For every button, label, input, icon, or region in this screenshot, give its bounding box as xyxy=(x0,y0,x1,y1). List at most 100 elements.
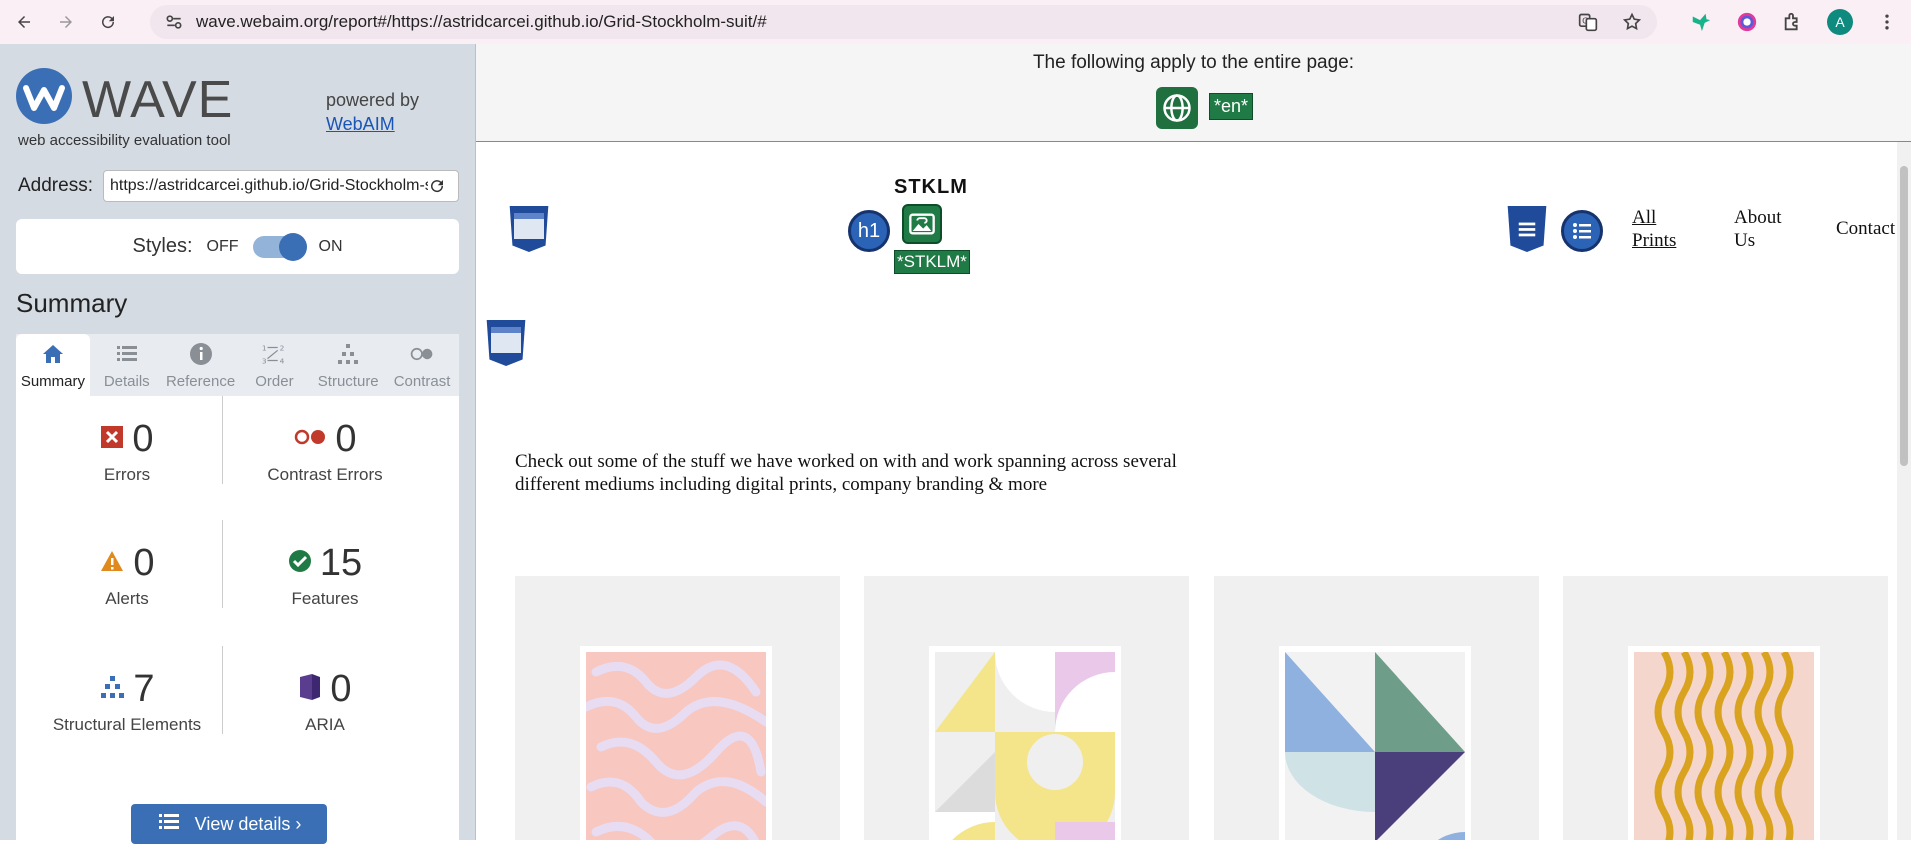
structural-stat[interactable]: 7 Structural Elements xyxy=(27,668,227,735)
styles-toggle[interactable] xyxy=(252,232,307,261)
print-card[interactable] xyxy=(515,576,840,840)
site-logo-title: STKLM xyxy=(894,176,968,198)
back-button[interactable] xyxy=(6,4,42,40)
print-card[interactable] xyxy=(864,576,1189,840)
tab-reference[interactable]: Reference xyxy=(164,334,238,396)
aria-label: ARIA xyxy=(305,715,345,734)
styles-on-label: ON xyxy=(318,237,343,255)
site-info-icon[interactable] xyxy=(164,12,184,32)
tab-label: Reference xyxy=(165,373,236,390)
webaim-link[interactable]: WebAIM xyxy=(326,112,419,136)
summary-heading: Summary xyxy=(16,288,128,318)
contrast-error-icon xyxy=(293,427,327,452)
url-text[interactable]: wave.webaim.org/report#/https://astridca… xyxy=(196,12,767,32)
language-globe-icon[interactable] xyxy=(1156,87,1198,129)
address-input[interactable] xyxy=(109,177,428,195)
wave-logo-icon xyxy=(16,68,72,124)
intro-paragraph: Check out some of the stuff we have work… xyxy=(515,451,1177,495)
translate-icon[interactable]: G xyxy=(1577,11,1599,33)
address-field[interactable] xyxy=(102,170,459,202)
summary-stats: 0 Errors 0 Contrast Errors 0 Alerts 15 F… xyxy=(16,396,459,840)
view-details-label: View details › xyxy=(194,813,302,834)
powered-by: powered by WebAIM xyxy=(326,88,419,136)
print-image[interactable] xyxy=(1628,646,1820,840)
language-badge[interactable]: *en* xyxy=(1209,93,1254,120)
reload-button[interactable] xyxy=(90,4,126,40)
contrast-errors-count: 0 xyxy=(335,418,357,460)
aria-count: 0 xyxy=(330,668,352,710)
unordered-list-icon[interactable] xyxy=(1561,210,1603,252)
nav-link-contact[interactable]: Contact xyxy=(1836,217,1895,252)
alt-text-badge[interactable]: *STKLM* xyxy=(894,250,970,274)
tab-label: Details xyxy=(103,373,150,390)
arrow-right-icon xyxy=(60,16,72,28)
error-icon xyxy=(100,425,124,454)
structural-label: Structural Elements xyxy=(52,715,202,734)
wave-logo-text: WAVE xyxy=(82,71,234,129)
aria-stat[interactable]: 0 ARIA xyxy=(225,668,425,735)
nav-link-all-prints[interactable]: All Prints xyxy=(1632,206,1692,252)
print-image[interactable] xyxy=(929,646,1121,840)
tab-label: Order xyxy=(255,373,294,390)
scrollbar-thumb[interactable] xyxy=(1900,166,1908,466)
refresh-icon[interactable] xyxy=(428,177,446,195)
browser-toolbar: wave.webaim.org/report#/https://astridca… xyxy=(0,0,1911,44)
styles-label: Styles: xyxy=(132,235,193,257)
svg-text:1: 1 xyxy=(262,343,267,352)
alert-icon xyxy=(99,549,125,578)
print-card[interactable] xyxy=(1214,576,1539,840)
tab-label: Summary xyxy=(20,373,85,390)
tab-order[interactable]: 1 2 3 4 Order xyxy=(237,334,311,396)
contrast-errors-stat[interactable]: 0 Contrast Errors xyxy=(225,418,425,485)
svg-text:4: 4 xyxy=(280,356,285,365)
bookmark-star-icon[interactable] xyxy=(1621,11,1643,33)
print-image[interactable] xyxy=(580,646,772,840)
alerts-label: Alerts xyxy=(105,589,149,608)
extensions-puzzle-icon[interactable] xyxy=(1781,10,1805,34)
structure-icon xyxy=(335,341,361,367)
feature-check-icon xyxy=(288,549,312,578)
list-icon xyxy=(114,341,140,367)
address-label: Address: xyxy=(18,175,93,196)
menu-kebab-icon[interactable] xyxy=(1875,10,1899,34)
order-icon: 1 2 3 4 xyxy=(261,341,287,367)
info-icon xyxy=(188,341,214,367)
color-extension-icon[interactable] xyxy=(1735,10,1759,34)
toggle-knob xyxy=(278,232,307,261)
view-details-button[interactable]: View details › xyxy=(131,804,327,844)
styles-off-label: OFF xyxy=(206,237,239,255)
profile-avatar[interactable]: A xyxy=(1827,9,1853,35)
hummingbird-extension-icon[interactable] xyxy=(1689,10,1713,34)
tab-contrast[interactable]: Contrast xyxy=(385,334,459,396)
arrow-left-icon xyxy=(18,16,30,28)
print-card[interactable] xyxy=(1563,576,1888,840)
h1-icon[interactable]: h1 xyxy=(848,210,890,252)
page-preview: The following apply to the entire page: … xyxy=(476,44,1911,840)
main-region-icon[interactable] xyxy=(486,320,526,366)
errors-label: Errors xyxy=(103,465,151,484)
tab-details[interactable]: Details xyxy=(90,334,164,396)
contrast-errors-label: Contrast Errors xyxy=(267,465,383,484)
errors-count: 0 xyxy=(132,418,154,460)
powered-by-text: powered by xyxy=(326,90,420,110)
nav-link-about-us[interactable]: About Us xyxy=(1734,206,1794,252)
features-stat[interactable]: 15 Features xyxy=(225,542,425,609)
print-image[interactable] xyxy=(1279,646,1471,840)
features-label: Features xyxy=(291,589,359,608)
tab-label: Structure xyxy=(317,373,379,390)
list-icon xyxy=(157,810,181,839)
address-bar[interactable]: wave.webaim.org/report#/https://astridca… xyxy=(150,5,1657,39)
structure-icon xyxy=(99,675,125,704)
linked-image-icon[interactable] xyxy=(902,204,942,244)
tab-summary[interactable]: Summary xyxy=(16,334,90,396)
forward-button[interactable] xyxy=(48,4,84,40)
site-nav: All Prints About Us Contact xyxy=(1632,206,1895,252)
navigation-region-icon[interactable] xyxy=(1507,206,1547,252)
page-scrollbar[interactable] xyxy=(1897,142,1911,840)
errors-stat[interactable]: 0 Errors xyxy=(27,418,227,485)
header-region-icon[interactable] xyxy=(509,206,549,252)
tab-structure[interactable]: Structure xyxy=(311,334,385,396)
contrast-icon xyxy=(409,341,435,367)
alerts-stat[interactable]: 0 Alerts xyxy=(27,542,227,609)
home-icon xyxy=(40,341,66,367)
